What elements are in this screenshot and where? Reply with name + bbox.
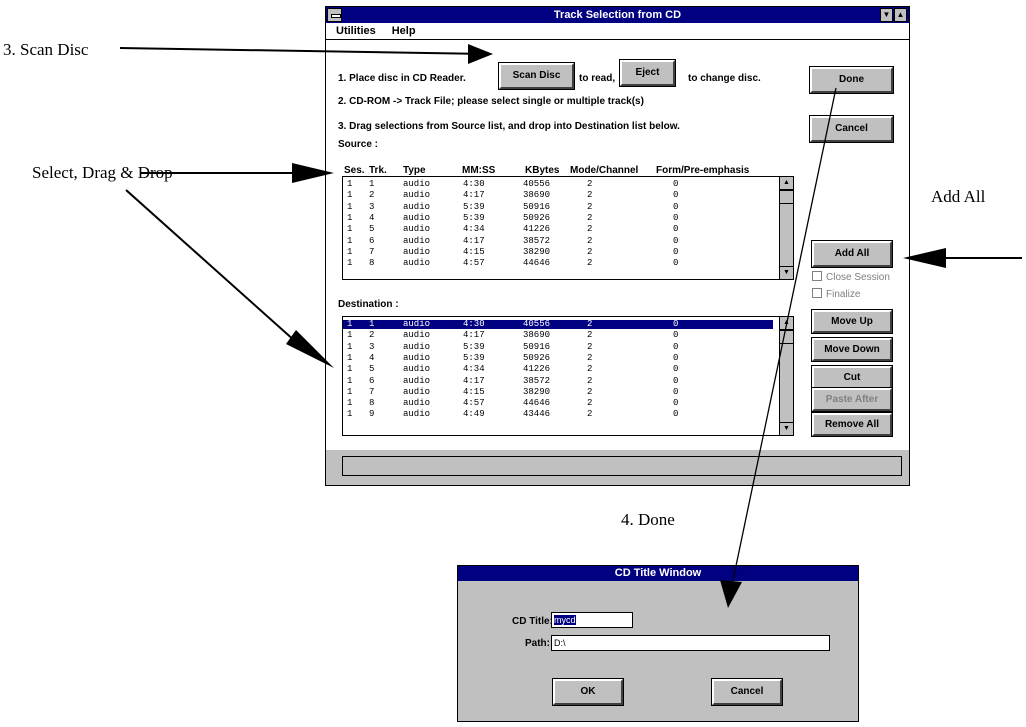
add-all-arrowhead: [903, 248, 946, 268]
scan-disc-arrow: [119, 47, 489, 55]
drag-arrowhead-destination: [286, 330, 334, 368]
done-arrow: [731, 87, 837, 586]
done-arrowhead: [720, 580, 742, 608]
annotation-arrows: [119, 44, 1022, 608]
select-arrowhead-source: [292, 163, 334, 183]
scan-disc-arrowhead: [468, 44, 493, 64]
drag-arrow-destination: [125, 189, 306, 351]
